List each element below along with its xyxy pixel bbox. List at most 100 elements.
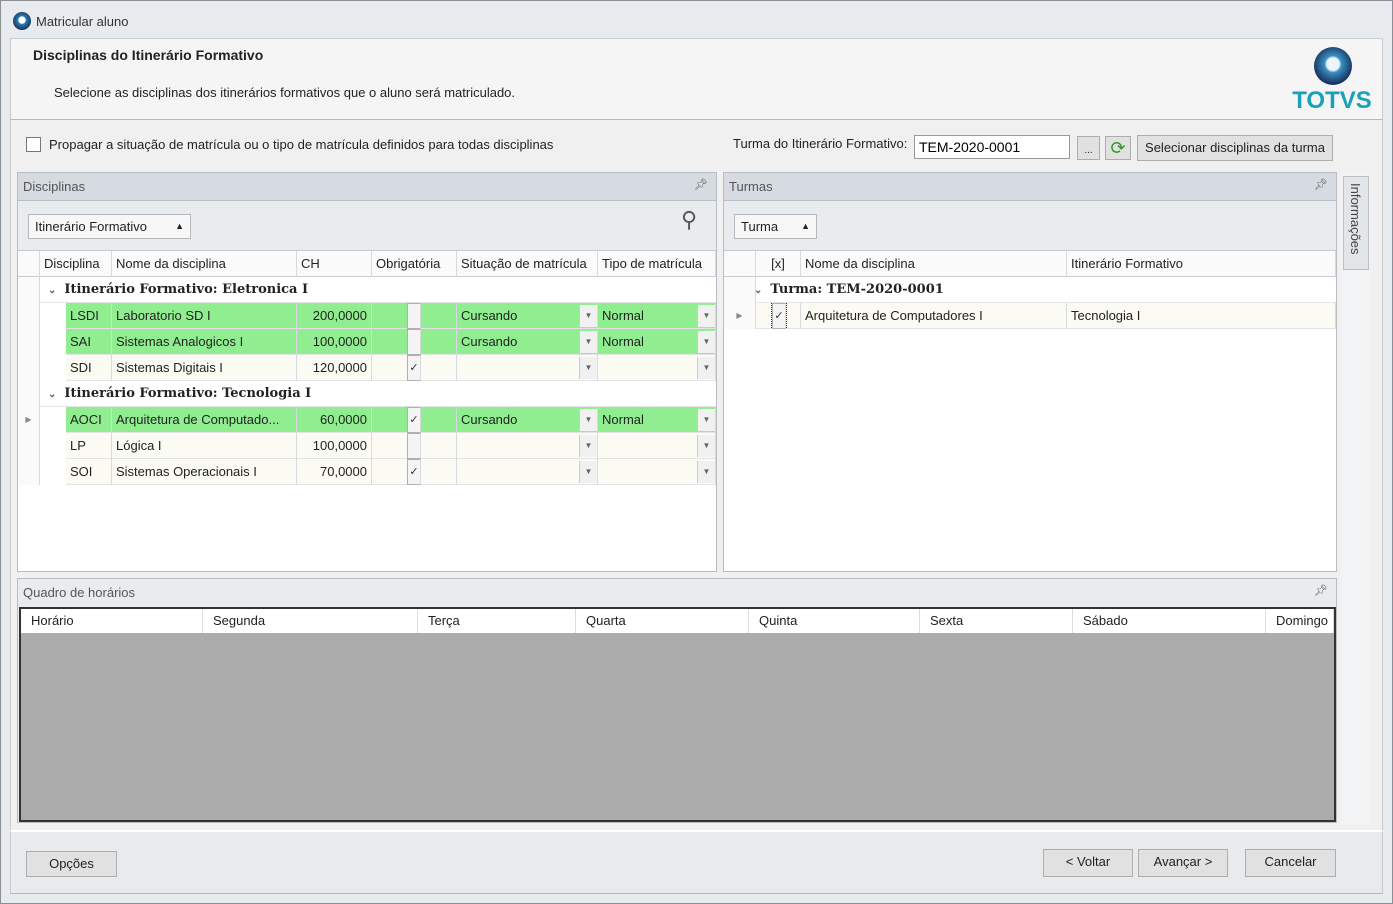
disciplinas-panel: Disciplinas 📌︎ Itinerário Formativo ▲ ⚲ Di… [17,172,717,572]
table-row[interactable]: SAI Sistemas Analogicos I 100,0000 Cursando… [18,329,716,355]
cell-situacao[interactable]: ▼ [457,459,598,485]
chevron-down-icon[interactable]: ▼ [697,409,715,431]
column-header[interactable]: Situação de matrícula [457,251,598,277]
column-header[interactable]: CH [297,251,372,277]
table-row[interactable]: LSDI Laboratorio SD I 200,0000 Cursando ▼ Nor… [18,303,716,329]
cell-tipo[interactable]: Normal ▼ [598,303,716,329]
group-by-itinerario-button[interactable]: Itinerário Formativo ▲ [28,214,191,239]
back-button[interactable]: < Voltar [1043,849,1133,877]
obrigatoria-checkbox[interactable]: ✓ [407,355,421,381]
turma-input[interactable] [914,135,1070,159]
select-disciplinas-button[interactable]: Selecionar disciplinas da turma [1137,135,1333,161]
cell-situacao[interactable]: ▼ [457,433,598,459]
group-label: ⌄ Itinerário Formativo: Tecnologia I [44,381,644,407]
obrigatoria-checkbox[interactable]: ✓ [407,407,421,433]
cell-value: Cursando [461,334,518,349]
chevron-down-icon[interactable]: ▼ [579,409,597,431]
schedule-column-header[interactable]: Sábado [1073,609,1266,633]
refresh-icon: ⟳ [1110,138,1126,158]
browse-button[interactable]: ... [1077,136,1100,160]
column-header[interactable]: [x] [756,251,801,277]
pin-icon[interactable]: 📌︎ [694,178,708,191]
chevron-down-icon[interactable]: ▼ [697,435,715,457]
cell-tipo[interactable]: ▼ [598,355,716,381]
row-indicator[interactable] [18,329,40,355]
chevron-down-icon[interactable]: ▼ [579,357,597,379]
row-indicator[interactable]: ▶ [724,303,756,329]
group-by-turma-button[interactable]: Turma ▲ [734,214,817,239]
column-header[interactable]: Tipo de matrícula [598,251,716,277]
chevron-down-icon[interactable]: ▼ [579,461,597,483]
chevron-down-icon[interactable]: ▼ [697,305,715,327]
group-indent [40,329,66,355]
cell-situacao[interactable]: Cursando ▼ [457,303,598,329]
group-row[interactable]: ⌄ Turma: TEM-2020-0001 [724,277,1336,303]
cell-tipo[interactable]: Normal ▼ [598,407,716,433]
cell-nome: Sistemas Analogicos I [112,329,297,355]
chevron-down-icon[interactable]: ▼ [697,461,715,483]
select-checkbox[interactable]: ✓ [771,303,787,329]
column-header[interactable]: Disciplina [40,251,112,277]
schedule-column-header[interactable]: Quinta [749,609,920,633]
logo-mark-icon [1314,47,1352,85]
options-button[interactable]: Opções [26,851,117,877]
pin-icon[interactable]: 📌︎ [1314,584,1328,597]
search-icon[interactable]: ⚲ [681,207,697,233]
obrigatoria-checkbox[interactable] [407,303,421,329]
group-row[interactable]: ⌄ Itinerário Formativo: Tecnologia I [18,381,716,407]
column-header[interactable]: Obrigatória [372,251,457,277]
cell-nome: Sistemas Operacionais I [112,459,297,485]
group-panel: Itinerário Formativo ▲ ⚲ [18,201,716,251]
schedule-column-header[interactable]: Quarta [576,609,749,633]
chevron-down-icon[interactable]: ▼ [579,435,597,457]
window-title: Matricular aluno [36,14,129,29]
cell-situacao[interactable]: Cursando ▼ [457,329,598,355]
column-header[interactable]: Nome da disciplina [801,251,1067,277]
chevron-down-icon[interactable]: ⌄ [754,285,762,296]
chevron-down-icon[interactable]: ▼ [579,331,597,353]
chevron-down-icon[interactable]: ▼ [579,305,597,327]
cell-disciplina: SOI [66,459,112,485]
cell-situacao[interactable]: Cursando ▼ [457,407,598,433]
column-header[interactable]: Nome da disciplina [112,251,297,277]
table-row[interactable]: SOI Sistemas Operacionais I 70,0000 ✓ ▼ ▼ [18,459,716,485]
cell-situacao[interactable]: ▼ [457,355,598,381]
row-indicator[interactable]: ▶ [18,407,40,433]
table-row[interactable]: ▶ AOCI Arquitetura de Computado... 60,0000 ✓… [18,407,716,433]
refresh-button[interactable]: ⟳ [1105,136,1131,160]
cancel-button[interactable]: Cancelar [1245,849,1336,877]
schedule-column-header[interactable]: Terça [418,609,576,633]
schedule-column-header[interactable]: Segunda [203,609,418,633]
informacoes-tab[interactable]: Informações [1343,176,1369,270]
obrigatoria-checkbox[interactable] [407,433,421,459]
schedule-column-header[interactable]: Domingo [1266,609,1334,633]
chevron-down-icon[interactable]: ⌄ [48,285,56,296]
group-label: Itinerário Formativo [35,219,147,234]
chevron-down-icon[interactable]: ▼ [697,331,715,353]
table-row[interactable]: SDI Sistemas Digitais I 120,0000 ✓ ▼ ▼ [18,355,716,381]
panel-header: Turmas 📌︎ [724,173,1336,201]
cell-tipo[interactable]: Normal ▼ [598,329,716,355]
chevron-down-icon[interactable]: ⌄ [48,389,56,400]
cell-tipo[interactable]: ▼ [598,433,716,459]
propagate-checkbox[interactable] [26,137,41,152]
next-button[interactable]: Avançar > [1138,849,1228,877]
row-indicator[interactable] [18,303,40,329]
pin-icon[interactable]: 📌︎ [1314,178,1328,191]
table-row[interactable]: ▶ ✓ Arquitetura de Computadores I Tecnologi… [724,303,1336,329]
row-indicator[interactable] [18,459,40,485]
schedule-column-header[interactable]: Sexta [920,609,1073,633]
table-row[interactable]: LP Lógica I 100,0000 ▼ ▼ [18,433,716,459]
obrigatoria-checkbox[interactable] [407,329,421,355]
schedule-column-header[interactable]: Horário [21,609,203,633]
obrigatoria-checkbox[interactable]: ✓ [407,459,421,485]
row-indicator[interactable] [18,355,40,381]
cell-obrigatoria [372,303,457,329]
cell-disciplina: SDI [66,355,112,381]
group-label: Turma [741,219,779,234]
chevron-down-icon[interactable]: ▼ [697,357,715,379]
row-indicator[interactable] [18,433,40,459]
group-row[interactable]: ⌄ Itinerário Formativo: Eletronica I [18,277,716,303]
column-header[interactable]: Itinerário Formativo [1067,251,1336,277]
cell-tipo[interactable]: ▼ [598,459,716,485]
